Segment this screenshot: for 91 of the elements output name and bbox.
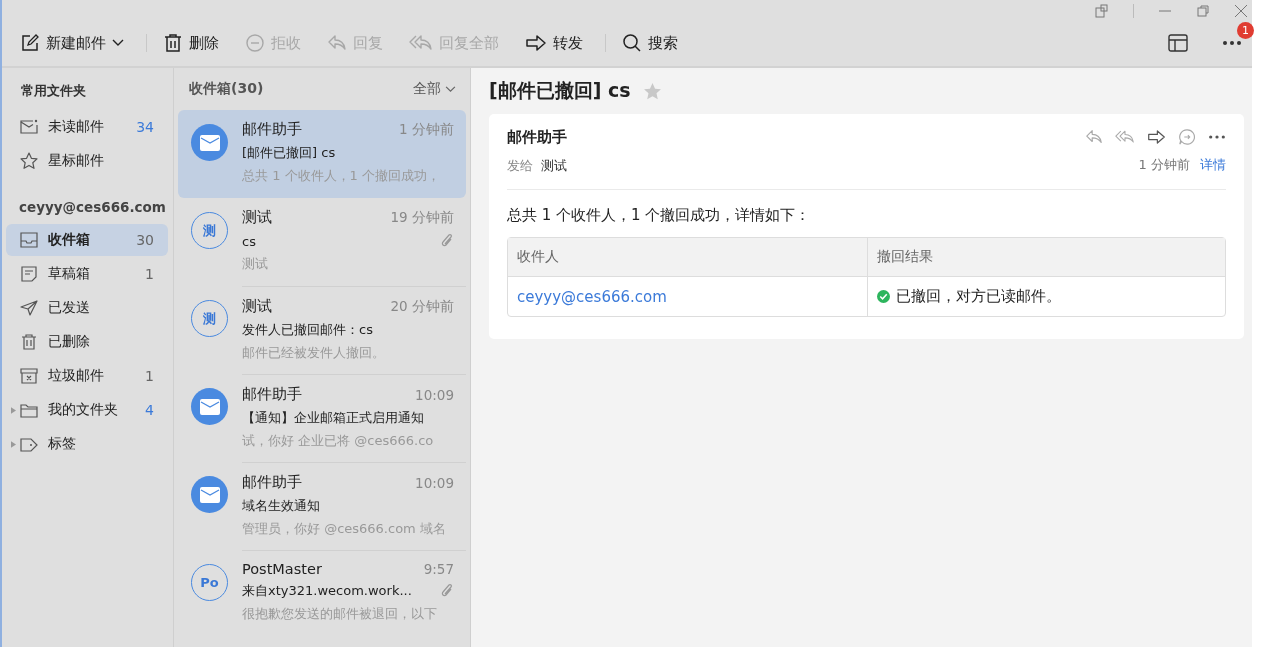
message-preview: 很抱歉您发送的邮件被退回，以下 — [242, 605, 438, 623]
message-time: 20 分钟前 — [390, 297, 454, 316]
message-item[interactable]: 测 测试 20 分钟前 发件人已撤回邮件：cs 邮件已经被发件人撤回。 — [178, 286, 466, 374]
folder-item[interactable]: 垃圾邮件 1 — [6, 360, 168, 392]
folder-item[interactable]: 草稿箱 1 — [6, 258, 168, 290]
message-time: 10:09 — [415, 474, 454, 491]
folder-item[interactable]: 未读邮件 34 — [6, 111, 168, 143]
recipient-label: 发给 — [507, 157, 533, 175]
message-preview: 试，你好 企业已将 @ces666.co — [242, 432, 435, 450]
column-header: 撤回结果 — [866, 238, 1225, 277]
message-preview: 测试 — [242, 255, 269, 273]
chevron-down-icon — [445, 85, 456, 93]
message-item[interactable]: 邮件助手 1 分钟前 [邮件已撤回] cs 总共 1 个收件人，1 个撤回成功， — [178, 110, 466, 198]
minus-circle-icon — [245, 33, 265, 53]
envelope-avatar — [191, 124, 228, 161]
trash-icon — [163, 33, 183, 53]
message-subject: 【通知】企业邮箱正式启用通知 — [242, 409, 424, 427]
details-link[interactable]: 详情 — [1200, 156, 1226, 174]
arrow-right-icon[interactable] — [1147, 128, 1166, 146]
reply-all-icon[interactable] — [1115, 128, 1135, 146]
envelope-icon — [20, 119, 38, 135]
tag-icon — [20, 436, 38, 452]
sender-name: PostMaster — [242, 561, 322, 577]
message-item[interactable]: 邮件助手 10:09 域名生效通知 管理员，你好 @ces666.com 域名 — [178, 462, 466, 550]
sender-name: 测试 — [242, 208, 272, 227]
restore-icon[interactable] — [1196, 4, 1210, 18]
expand-arrow-icon[interactable] — [10, 440, 16, 448]
toolbar-button[interactable]: 转发 — [515, 29, 593, 57]
message-subject: 域名生效通知 — [242, 497, 320, 515]
star-icon[interactable] — [642, 81, 662, 101]
message-preview: 总共 1 个收件人，1 个撤回成功， — [242, 167, 441, 185]
message-time: 1 分钟前 — [399, 120, 454, 139]
section-heading: 常用文件夹 — [20, 82, 87, 100]
send-icon — [20, 300, 38, 316]
more-icon[interactable] — [1208, 134, 1226, 140]
expand-arrow-icon[interactable] — [10, 406, 16, 414]
toolbar-button[interactable]: 新建邮件 — [10, 29, 134, 57]
message-subject: 来自xty321.wecom.work... — [242, 582, 412, 600]
message-time: 10:09 — [415, 386, 454, 403]
folder-item[interactable]: 星标邮件 — [6, 145, 168, 177]
message-preview: 邮件已经被发件人撤回。 — [242, 344, 386, 362]
email-link[interactable]: ceyyy@ces666.com — [517, 287, 667, 306]
folder-item[interactable]: 已删除 — [6, 326, 168, 358]
filter-dropdown[interactable]: 全部 — [413, 80, 456, 98]
message-subject: [邮件已撤回] cs — [242, 144, 336, 162]
folder-item[interactable]: 已发送 — [6, 292, 168, 324]
message-time: 9:57 — [423, 561, 454, 577]
toolbar-button[interactable]: 删除 — [153, 29, 229, 57]
close-icon[interactable] — [1234, 4, 1248, 18]
message-item[interactable]: 测 测试 19 分钟前 cs 测试 — [178, 198, 466, 286]
column-header: 收件人 — [508, 238, 867, 277]
email-time: 1 分钟前 — [1138, 156, 1190, 174]
list-title: 收件箱(30) — [189, 80, 264, 98]
more-icon[interactable] — [1222, 40, 1242, 46]
inbox-icon — [20, 232, 38, 248]
message-preview: 管理员，你好 @ces666.com 域名 — [242, 520, 447, 538]
sender-name: 邮件助手 — [507, 128, 567, 147]
toolbar-button[interactable]: 搜索 — [612, 29, 688, 57]
arrow-right-icon — [525, 33, 547, 53]
recall-result: 已撤回，对方已读邮件。 — [895, 287, 1061, 306]
chat-bubble-icon[interactable] — [1178, 128, 1196, 146]
trash-icon — [20, 334, 38, 350]
notification-badge: 1 — [1237, 22, 1254, 39]
envelope-avatar — [191, 476, 228, 513]
popout-icon[interactable] — [1095, 4, 1109, 18]
folder-item[interactable]: 我的文件夹 4 — [6, 394, 168, 426]
search-icon — [622, 33, 642, 53]
email-subject: [邮件已撤回] cs — [489, 78, 631, 103]
message-item[interactable]: 邮件助手 10:09 【通知】企业邮箱正式启用通知 试，你好 企业已将 @ces666.co — [178, 374, 466, 462]
recipient-name: 测试 — [541, 157, 567, 175]
message-time: 19 分钟前 — [390, 208, 454, 227]
sender-name: 测试 — [242, 297, 272, 316]
reply-icon[interactable] — [1085, 128, 1103, 146]
message-subject: 发件人已撤回邮件：cs — [242, 321, 373, 339]
message-subject: cs — [242, 233, 256, 249]
sender-name: 邮件助手 — [242, 473, 302, 492]
star-icon — [20, 152, 38, 170]
draft-icon — [20, 266, 38, 282]
envelope-avatar — [191, 388, 228, 425]
junk-icon — [20, 368, 38, 384]
folder-item[interactable]: 标签 — [6, 428, 168, 460]
edit-icon — [20, 33, 40, 53]
sender-name: 邮件助手 — [242, 120, 302, 139]
sender-name: 邮件助手 — [242, 385, 302, 404]
account-email: ceyyy@ces666.com — [18, 198, 167, 217]
layout-icon[interactable] — [1168, 34, 1188, 52]
message-item[interactable]: Po PostMaster 9:57 来自xty321.wecom.work... 很抱歉您发送的邮件被退回，以下 — [178, 550, 466, 638]
folder-icon — [20, 402, 38, 418]
folder-item[interactable]: 收件箱 30 — [6, 224, 168, 256]
chevron-down-icon — [112, 39, 124, 47]
email-body-text: 总共 1 个收件人，1 个撤回成功，详情如下： — [507, 206, 812, 225]
